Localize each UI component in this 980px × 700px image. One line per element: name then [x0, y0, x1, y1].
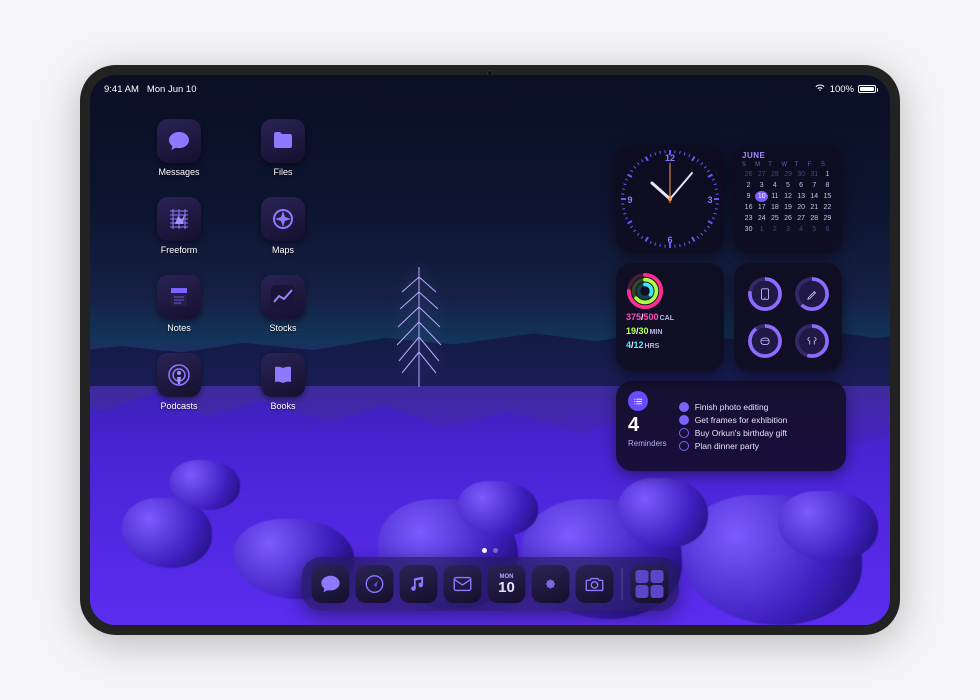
reminder-item[interactable]: Buy Orkun's birthday gift [679, 428, 834, 438]
calendar-month: JUNE [742, 151, 834, 160]
wifi-icon [814, 83, 826, 95]
reminder-text: Get frames for exhibition [695, 415, 788, 425]
app-label: Maps [272, 245, 294, 255]
activity-metrics: 375/500CAL 19/30MIN 4/12HRS [626, 311, 714, 353]
reminder-checkbox-icon[interactable] [679, 402, 689, 412]
status-bar: 9:41 AM Mon Jun 10 100% [104, 81, 876, 97]
page-indicator[interactable] [482, 548, 498, 553]
reminder-checkbox-icon[interactable] [679, 441, 689, 451]
reminder-text: Buy Orkun's birthday gift [695, 428, 787, 438]
app-label: Podcasts [160, 401, 197, 411]
reminders-icon [628, 391, 648, 411]
podcasts-icon [157, 353, 201, 397]
wallpaper-tree [394, 257, 444, 387]
activity-rings-icon [626, 271, 714, 311]
reminders-count: 4 [628, 415, 639, 435]
batteries-widget[interactable] [734, 263, 842, 371]
activity-widget[interactable]: 375/500CAL 19/30MIN 4/12HRS [616, 263, 724, 371]
notes-icon [157, 275, 201, 319]
clock-9: 9 [627, 195, 632, 205]
reminders-title: Reminders [628, 439, 667, 448]
dock-messages[interactable] [312, 565, 350, 603]
app-stocks[interactable]: Stocks [238, 275, 328, 333]
reminder-item[interactable]: Get frames for exhibition [679, 415, 834, 425]
widgets-area: 12 3 6 9 JUNE SMTWTFS [616, 145, 846, 471]
dock-music[interactable] [400, 565, 438, 603]
app-icon-grid: Messages Files Freeform Maps Notes Stock… [134, 119, 328, 411]
calendar-dow-row: SMTWTFS [742, 162, 834, 168]
page-dot-2 [493, 548, 498, 553]
calendar-days-grid: 2627282930311234567891011121314151617181… [742, 169, 834, 235]
freeform-icon [157, 197, 201, 241]
dock-mail[interactable] [444, 565, 482, 603]
home-screen[interactable]: 9:41 AM Mon Jun 10 100% Messages Files F… [90, 75, 890, 625]
messages-icon [157, 119, 201, 163]
dock-divider [622, 568, 623, 600]
app-label: Messages [158, 167, 199, 177]
app-label: Stocks [269, 323, 296, 333]
reminder-checkbox-icon[interactable] [679, 428, 689, 438]
clock-widget[interactable]: 12 3 6 9 [616, 145, 724, 253]
clock-3: 3 [707, 195, 712, 205]
app-label: Freeform [161, 245, 198, 255]
reminders-list: Finish photo editing Get frames for exhib… [679, 391, 834, 461]
app-podcasts[interactable]: Podcasts [134, 353, 224, 411]
dock-safari[interactable] [356, 565, 394, 603]
battery-airpods [795, 324, 829, 358]
battery-airpods-case [748, 324, 782, 358]
battery-ipad [748, 277, 782, 311]
battery-icon [858, 85, 876, 93]
dock-app-library[interactable] [631, 565, 669, 603]
reminder-text: Finish photo editing [695, 402, 769, 412]
app-books[interactable]: Books [238, 353, 328, 411]
app-label: Books [270, 401, 295, 411]
reminders-widget[interactable]: 4 Reminders Finish photo editing Get fram… [616, 381, 846, 471]
reminder-checkbox-icon[interactable] [679, 415, 689, 425]
app-notes[interactable]: Notes [134, 275, 224, 333]
maps-icon [261, 197, 305, 241]
status-time: 9:41 AM [104, 84, 139, 95]
app-label: Files [273, 167, 292, 177]
status-date: Mon Jun 10 [147, 84, 197, 95]
app-files[interactable]: Files [238, 119, 328, 177]
reminder-item[interactable]: Finish photo editing [679, 402, 834, 412]
dock: MON 10 [302, 557, 679, 611]
files-icon [261, 119, 305, 163]
app-label: Notes [167, 323, 191, 333]
ipad-device-frame: 9:41 AM Mon Jun 10 100% Messages Files F… [80, 65, 900, 635]
app-messages[interactable]: Messages [134, 119, 224, 177]
stocks-icon [261, 275, 305, 319]
clock-6: 6 [667, 235, 672, 245]
reminder-text: Plan dinner party [695, 441, 759, 451]
dock-cal-day: 10 [498, 580, 515, 595]
reminder-item[interactable]: Plan dinner party [679, 441, 834, 451]
calendar-widget[interactable]: JUNE SMTWTFS 262728293031123456789101112… [734, 145, 842, 253]
books-icon [261, 353, 305, 397]
battery-percent: 100% [830, 84, 854, 95]
dock-camera[interactable] [576, 565, 614, 603]
dock-calendar[interactable]: MON 10 [488, 565, 526, 603]
clock-12: 12 [665, 153, 675, 163]
page-dot-1 [482, 548, 487, 553]
app-maps[interactable]: Maps [238, 197, 328, 255]
app-freeform[interactable]: Freeform [134, 197, 224, 255]
dock-photos[interactable] [532, 565, 570, 603]
battery-pencil [795, 277, 829, 311]
